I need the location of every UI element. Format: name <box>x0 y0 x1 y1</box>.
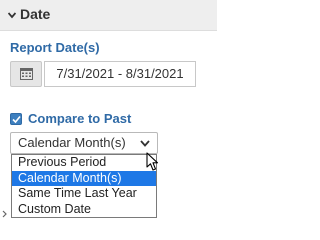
mouse-cursor-icon <box>146 152 159 171</box>
compare-period-dropdown-list: Previous Period Calendar Month(s) Same T… <box>11 154 157 218</box>
option-same-time-last-year[interactable]: Same Time Last Year <box>12 186 156 202</box>
compare-to-past-label[interactable]: Compare to Past <box>28 111 131 126</box>
chevron-down-icon[interactable] <box>8 11 16 19</box>
report-date-range-input[interactable]: 7/31/2021 - 8/31/2021 <box>44 61 196 87</box>
chevron-right-icon <box>2 210 7 218</box>
date-section-header[interactable]: Date <box>0 0 217 31</box>
option-calendar-months[interactable]: Calendar Month(s) <box>12 170 156 186</box>
option-previous-period[interactable]: Previous Period <box>12 155 156 171</box>
option-custom-date[interactable]: Custom Date <box>12 202 156 218</box>
compare-to-past-row: Compare to Past <box>10 111 131 126</box>
select-value: Calendar Month(s) <box>18 135 126 150</box>
section-title: Date <box>20 6 51 22</box>
chevron-down-icon <box>140 140 150 147</box>
report-dates-label: Report Date(s) <box>10 40 100 55</box>
calendar-icon <box>20 68 33 80</box>
compare-to-past-checkbox[interactable] <box>10 112 22 125</box>
checkmark-icon <box>12 115 21 123</box>
calendar-button[interactable] <box>10 61 42 87</box>
compare-period-select[interactable]: Calendar Month(s) <box>10 132 158 154</box>
date-filter-panel: Date Report Date(s) 7/31/2021 - 8/31/202… <box>0 0 217 223</box>
